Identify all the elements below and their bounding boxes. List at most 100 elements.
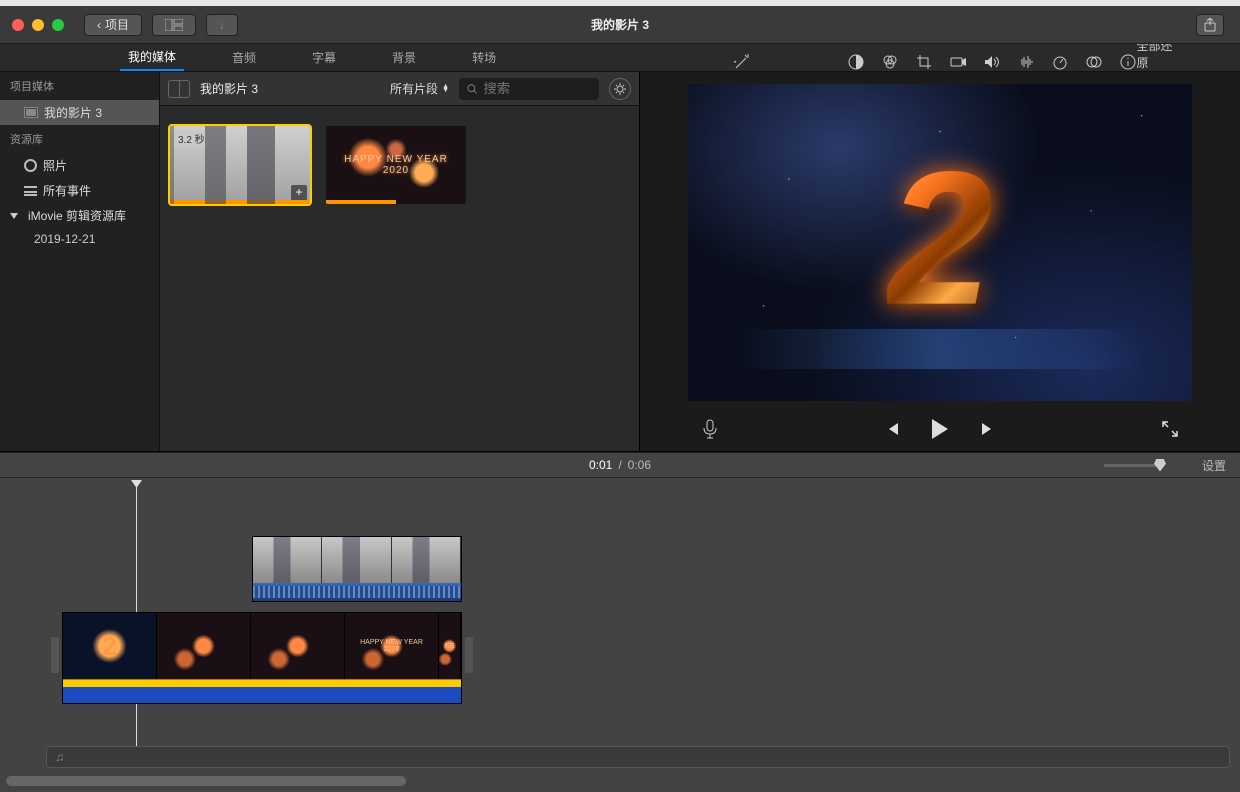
clip-audio-waveform[interactable] bbox=[63, 687, 461, 703]
play-icon bbox=[932, 419, 948, 439]
clip-filmstrip bbox=[253, 537, 461, 583]
sidebar-item-all-events[interactable]: 所有事件 bbox=[0, 178, 159, 203]
skip-forward-icon bbox=[980, 421, 996, 437]
magic-wand-icon[interactable] bbox=[733, 53, 751, 71]
clip-filmstrip: 2 HAPPY NEW YEAR2020 NE bbox=[63, 613, 461, 679]
background-audio-lane[interactable]: ♫ bbox=[46, 746, 1230, 768]
color-correction-icon[interactable] bbox=[881, 53, 899, 71]
media-toolbar: 我的影片 3 所有片段 ▲▼ bbox=[160, 72, 639, 106]
media-title: 我的影片 3 bbox=[200, 80, 258, 97]
clip-trim-handle-right[interactable] bbox=[465, 637, 473, 673]
microphone-icon bbox=[702, 419, 718, 439]
frame-thumb: 2 bbox=[63, 613, 157, 679]
adjust-toolbar bbox=[733, 53, 1137, 71]
window-close-button[interactable] bbox=[12, 19, 24, 31]
voiceover-button[interactable] bbox=[698, 417, 722, 441]
preview-viewer[interactable]: 2 bbox=[688, 84, 1192, 401]
zoom-track[interactable] bbox=[1104, 464, 1160, 467]
volume-icon[interactable] bbox=[983, 53, 1001, 71]
timeline-main-clip[interactable]: 2 HAPPY NEW YEAR2020 NE bbox=[62, 612, 462, 704]
view-mode-toggle[interactable] bbox=[168, 80, 190, 98]
window-minimize-button[interactable] bbox=[32, 19, 44, 31]
tab-audio[interactable]: 音频 bbox=[224, 45, 264, 70]
window-titlebar: ‹ 项目 ↓ 我的影片 3 bbox=[0, 6, 1240, 44]
back-to-projects-button[interactable]: ‹ 项目 bbox=[84, 14, 142, 36]
time-separator: / bbox=[618, 458, 621, 472]
prev-frame-button[interactable] bbox=[880, 417, 904, 441]
clip-audio-waveform[interactable] bbox=[253, 583, 461, 601]
clip-trim-handle-left[interactable] bbox=[51, 637, 59, 673]
info-icon[interactable] bbox=[1119, 53, 1137, 71]
sidebar-section-library: 资源库 bbox=[0, 125, 159, 153]
zoom-knob[interactable] bbox=[1154, 459, 1166, 472]
tab-my-media[interactable]: 我的媒体 bbox=[120, 44, 184, 71]
next-frame-button[interactable] bbox=[976, 417, 1000, 441]
preview-panel: 2 bbox=[640, 72, 1240, 451]
sidebar-section-project: 项目媒体 bbox=[0, 72, 159, 100]
zoom-slider[interactable] bbox=[1104, 464, 1160, 467]
timeline-settings-button[interactable]: 设置 bbox=[1202, 457, 1226, 474]
fullscreen-button[interactable] bbox=[1158, 417, 1182, 441]
clip-thumbnail[interactable]: HAPPY NEW YEAR 2020 bbox=[326, 126, 466, 204]
clip-filter-select[interactable]: 所有片段 ▲▼ bbox=[390, 80, 449, 97]
crop-icon[interactable] bbox=[915, 53, 933, 71]
timeline[interactable]: 2 HAPPY NEW YEAR2020 NE ♫ bbox=[0, 478, 1240, 792]
library-name-label: iMovie 剪辑资源库 bbox=[28, 207, 126, 224]
clip-filter-icon[interactable] bbox=[1085, 53, 1103, 71]
clapper-icon bbox=[24, 107, 38, 118]
clip-duration-badge: 3.2 秒 bbox=[174, 130, 209, 147]
total-time: 0:06 bbox=[628, 458, 651, 472]
frame-thumb: NE bbox=[439, 613, 461, 679]
timeline-header: 0:01 / 0:06 设置 bbox=[0, 452, 1240, 478]
play-button[interactable] bbox=[928, 417, 952, 441]
disclosure-triangle-icon[interactable] bbox=[10, 213, 18, 219]
frame-thumb bbox=[251, 613, 345, 679]
clip-caption: HAPPY NEW YEAR 2020 bbox=[326, 126, 466, 204]
expand-icon bbox=[1161, 420, 1179, 438]
clip-used-bar bbox=[170, 200, 310, 204]
sidebar-item-photos[interactable]: 照片 bbox=[0, 153, 159, 178]
tab-transitions[interactable]: 转场 bbox=[464, 45, 504, 70]
share-button[interactable] bbox=[1196, 14, 1224, 36]
window-zoom-button[interactable] bbox=[52, 19, 64, 31]
traffic-lights bbox=[12, 19, 64, 31]
download-arrow-icon: ↓ bbox=[219, 18, 225, 32]
search-icon bbox=[467, 83, 477, 95]
sidebar-event-item[interactable]: 2019-12-21 bbox=[0, 228, 159, 250]
speed-icon[interactable] bbox=[1051, 53, 1069, 71]
clip-used-bar bbox=[326, 200, 396, 204]
top-tabs-row: 我的媒体 音频 字幕 背景 转场 全部还原 bbox=[0, 44, 1240, 72]
layout-icon bbox=[165, 19, 183, 31]
preview-content-number: 2 bbox=[887, 129, 993, 347]
tab-backgrounds[interactable]: 背景 bbox=[384, 45, 424, 70]
noise-reduction-icon[interactable] bbox=[1017, 53, 1035, 71]
current-time: 0:01 bbox=[589, 458, 612, 472]
frame-thumb bbox=[157, 613, 251, 679]
tab-titles[interactable]: 字幕 bbox=[304, 45, 344, 70]
updown-arrows-icon: ▲▼ bbox=[442, 85, 449, 93]
layout-toggle-button[interactable] bbox=[152, 14, 196, 36]
filter-label: 所有片段 bbox=[390, 80, 438, 97]
clip-audio-bar[interactable] bbox=[63, 679, 461, 687]
search-field[interactable] bbox=[459, 78, 599, 100]
project-name-label: 我的影片 3 bbox=[44, 104, 102, 121]
frame-thumb: HAPPY NEW YEAR2020 bbox=[345, 613, 439, 679]
chevron-left-icon: ‹ bbox=[97, 18, 101, 32]
media-settings-button[interactable] bbox=[609, 78, 631, 100]
skip-back-icon bbox=[884, 421, 900, 437]
preview-flare bbox=[738, 329, 1141, 369]
search-input[interactable] bbox=[483, 81, 591, 96]
sidebar-library-root[interactable]: iMovie 剪辑资源库 bbox=[0, 203, 159, 228]
clip-thumbnails: 3.2 秒 + HAPPY NEW YEAR 2020 bbox=[160, 106, 639, 451]
stabilization-icon[interactable] bbox=[949, 53, 967, 71]
color-balance-icon[interactable] bbox=[847, 53, 865, 71]
import-button[interactable]: ↓ bbox=[206, 14, 238, 36]
add-clip-button[interactable]: + bbox=[291, 185, 307, 201]
media-tabs: 我的媒体 音频 字幕 背景 转场 bbox=[0, 44, 573, 71]
flower-icon bbox=[24, 159, 37, 172]
timeline-overlay-clip[interactable] bbox=[252, 536, 462, 602]
sidebar-project-item[interactable]: 我的影片 3 bbox=[0, 100, 159, 125]
preview-controls bbox=[640, 407, 1240, 451]
clip-thumbnail[interactable]: 3.2 秒 + bbox=[170, 126, 310, 204]
event-date-label: 2019-12-21 bbox=[34, 232, 95, 246]
